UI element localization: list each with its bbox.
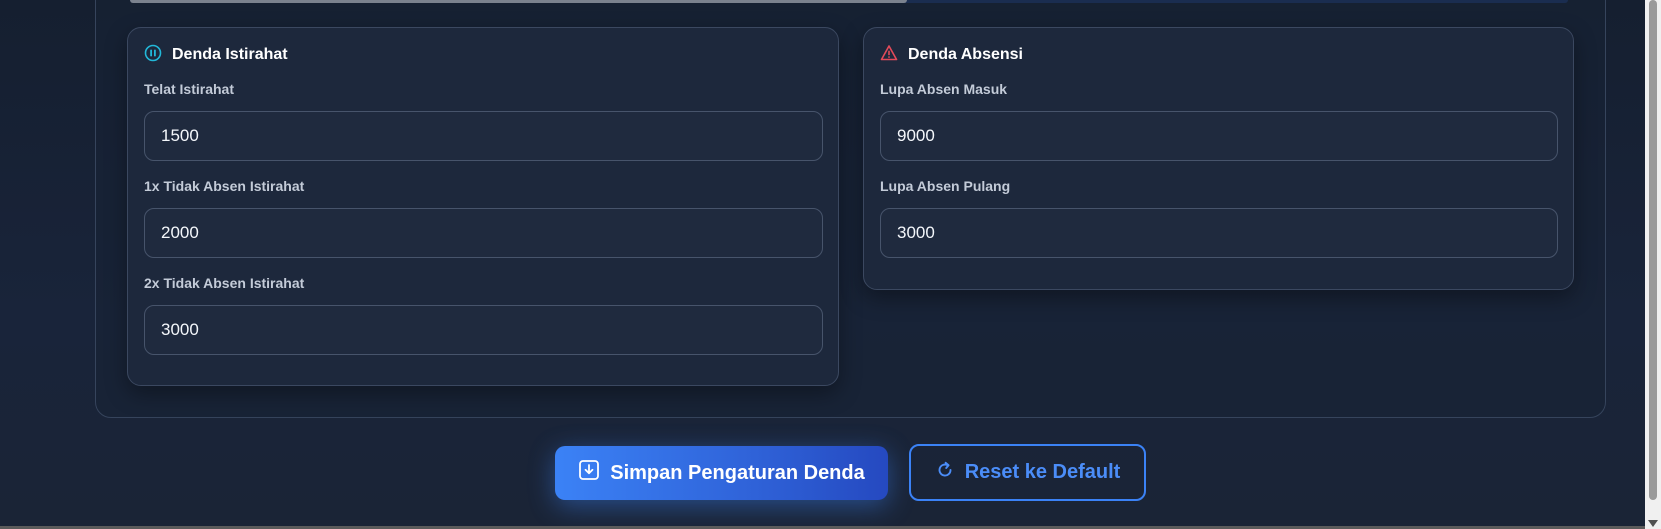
card-denda-absensi: Denda Absensi Lupa Absen Masuk Lupa Abse…	[863, 27, 1574, 290]
card-header-istirahat: Denda Istirahat	[144, 44, 288, 66]
card-header-absensi: Denda Absensi	[880, 44, 1023, 66]
input-telat-istirahat[interactable]	[144, 111, 823, 161]
save-button-label: Simpan Pengaturan Denda	[610, 461, 865, 484]
label-2x-tidak-absen-istirahat: 2x Tidak Absen Istirahat	[144, 275, 305, 291]
card-title-absensi: Denda Absensi	[908, 46, 1023, 63]
download-save-icon	[578, 459, 600, 487]
card-denda-istirahat: Denda Istirahat Telat Istirahat 1x Tidak…	[127, 27, 839, 386]
scrollbar-thumb[interactable]	[1649, 0, 1657, 500]
input-lupa-absen-masuk[interactable]	[880, 111, 1558, 161]
card-title-istirahat: Denda Istirahat	[172, 46, 288, 63]
label-lupa-absen-masuk: Lupa Absen Masuk	[880, 81, 1008, 97]
input-1x-tidak-absen-istirahat[interactable]	[144, 208, 823, 258]
vertical-scrollbar[interactable]	[1645, 0, 1661, 529]
warning-triangle-icon	[880, 44, 898, 67]
input-lupa-absen-pulang[interactable]	[880, 208, 1558, 258]
pause-circle-icon	[144, 44, 162, 67]
label-telat-istirahat: Telat Istirahat	[144, 81, 234, 97]
label-1x-tidak-absen-istirahat: 1x Tidak Absen Istirahat	[144, 178, 305, 194]
input-2x-tidak-absen-istirahat[interactable]	[144, 305, 823, 355]
reset-default-button[interactable]: Reset ke Default	[909, 444, 1146, 501]
save-penalty-settings-button[interactable]: Simpan Pengaturan Denda	[555, 446, 888, 500]
label-lupa-absen-pulang: Lupa Absen Pulang	[880, 178, 1011, 194]
scroll-down-arrow-icon[interactable]	[1648, 520, 1658, 527]
refresh-icon	[935, 460, 955, 486]
reset-button-label: Reset ke Default	[964, 461, 1121, 483]
